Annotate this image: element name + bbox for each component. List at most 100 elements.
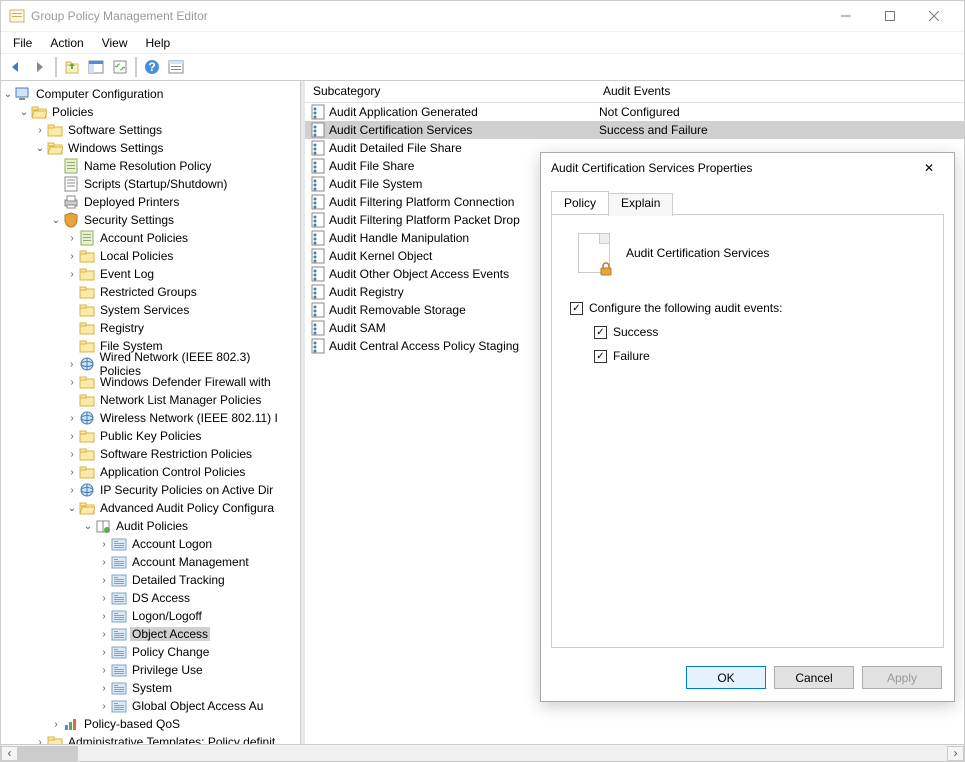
tree-policy-change[interactable]: ›Policy Change [1, 643, 300, 661]
chevron-right-icon[interactable]: › [65, 431, 79, 442]
chevron-right-icon[interactable]: › [65, 269, 79, 280]
tree-object-access[interactable]: ›Object Access [1, 625, 300, 643]
tree-ip-security[interactable]: ›IP Security Policies on Active Dir [1, 481, 300, 499]
forward-button[interactable] [29, 56, 51, 78]
chevron-right-icon[interactable]: › [97, 665, 111, 676]
chevron-right-icon[interactable]: › [97, 701, 111, 712]
tree-pane[interactable]: ⌄Computer Configuration⌄Policies›Softwar… [1, 81, 301, 744]
tree-policy-based-qos[interactable]: ›Policy-based QoS [1, 715, 300, 733]
tree-public-key-policies[interactable]: ›Public Key Policies [1, 427, 300, 445]
tree-restricted-groups[interactable]: Restricted Groups [1, 283, 300, 301]
failure-checkbox-row[interactable]: ✓ Failure [594, 349, 925, 363]
tree-windows-settings[interactable]: ⌄Windows Settings [1, 139, 300, 157]
minimize-button[interactable] [824, 1, 868, 31]
dialog-close-button[interactable]: ✕ [914, 161, 944, 175]
chevron-right-icon[interactable]: › [97, 575, 111, 586]
tree-computer-configuration[interactable]: ⌄Computer Configuration [1, 85, 300, 103]
chevron-down-icon[interactable]: ⌄ [1, 89, 15, 100]
tree-windows-defender-firewall[interactable]: ›Windows Defender Firewall with [1, 373, 300, 391]
chevron-down-icon[interactable]: ⌄ [33, 143, 47, 154]
up-button[interactable] [61, 56, 83, 78]
tree-privilege-use[interactable]: ›Privilege Use [1, 661, 300, 679]
horizontal-scrollbar[interactable]: ‹ › [1, 744, 964, 761]
chevron-right-icon[interactable]: › [97, 629, 111, 640]
list-row[interactable]: Audit Certification ServicesSuccess and … [305, 121, 964, 139]
apply-button[interactable]: Apply [862, 666, 942, 689]
chevron-right-icon[interactable]: › [65, 449, 79, 460]
chevron-right-icon[interactable]: › [97, 647, 111, 658]
col-audit-events[interactable]: Audit Events [595, 81, 964, 102]
chevron-right-icon[interactable]: › [65, 251, 79, 262]
chevron-right-icon[interactable]: › [33, 737, 47, 745]
tree-goaa[interactable]: ›Global Object Access Au [1, 697, 300, 715]
chevron-right-icon[interactable]: › [97, 557, 111, 568]
chevron-down-icon[interactable]: ⌄ [49, 215, 63, 226]
chevron-right-icon[interactable]: › [65, 359, 79, 370]
tree-logon-logoff[interactable]: ›Logon/Logoff [1, 607, 300, 625]
chevron-right-icon[interactable]: › [65, 233, 79, 244]
scroll-left-button[interactable]: ‹ [1, 746, 18, 761]
show-hide-tree-button[interactable] [85, 56, 107, 78]
filter-button[interactable] [165, 56, 187, 78]
success-checkbox[interactable]: ✓ [594, 326, 607, 339]
tree-event-log[interactable]: ›Event Log [1, 265, 300, 283]
tree-local-policies[interactable]: ›Local Policies [1, 247, 300, 265]
tree-account-management[interactable]: ›Account Management [1, 553, 300, 571]
tree-application-control[interactable]: ›Application Control Policies [1, 463, 300, 481]
menu-file[interactable]: File [5, 34, 40, 52]
failure-checkbox[interactable]: ✓ [594, 350, 607, 363]
tree-account-logon[interactable]: ›Account Logon [1, 535, 300, 553]
maximize-button[interactable] [868, 1, 912, 31]
tree-name-resolution-policy[interactable]: Name Resolution Policy [1, 157, 300, 175]
tree-ds-access[interactable]: ›DS Access [1, 589, 300, 607]
tree-system[interactable]: ›System [1, 679, 300, 697]
help-button[interactable]: ? [141, 56, 163, 78]
chevron-right-icon[interactable]: › [65, 413, 79, 424]
tree-wireless-network[interactable]: ›Wireless Network (IEEE 802.11) I [1, 409, 300, 427]
tree-deployed-printers[interactable]: Deployed Printers [1, 193, 300, 211]
tree-network-list-manager[interactable]: Network List Manager Policies [1, 391, 300, 409]
chevron-right-icon[interactable]: › [97, 683, 111, 694]
chevron-right-icon[interactable]: › [49, 719, 63, 730]
tree-policies[interactable]: ⌄Policies [1, 103, 300, 121]
tree-registry[interactable]: Registry [1, 319, 300, 337]
tree-scripts[interactable]: Scripts (Startup/Shutdown) [1, 175, 300, 193]
tree-advanced-audit-policy[interactable]: ⌄Advanced Audit Policy Configura [1, 499, 300, 517]
configure-events-checkbox[interactable]: ✓ [570, 302, 583, 315]
tree-wired-network[interactable]: ›Wired Network (IEEE 802.3) Policies [1, 355, 300, 373]
back-button[interactable] [5, 56, 27, 78]
chevron-down-icon[interactable]: ⌄ [17, 107, 31, 118]
cancel-button[interactable]: Cancel [774, 666, 854, 689]
list-row[interactable]: Audit Application GeneratedNot Configure… [305, 103, 964, 121]
tree-security-settings[interactable]: ⌄Security Settings [1, 211, 300, 229]
tree-software-restriction[interactable]: ›Software Restriction Policies [1, 445, 300, 463]
tab-explain[interactable]: Explain [608, 193, 673, 216]
tree-admin-templates[interactable]: ›Administrative Templates: Policy defini… [1, 733, 300, 744]
tree-detailed-tracking[interactable]: ›Detailed Tracking [1, 571, 300, 589]
scroll-track[interactable] [18, 746, 947, 761]
close-button[interactable] [912, 1, 956, 31]
refresh-button[interactable] [109, 56, 131, 78]
menu-action[interactable]: Action [42, 34, 91, 52]
tree-system-services[interactable]: System Services [1, 301, 300, 319]
menu-help[interactable]: Help [138, 34, 179, 52]
ok-button[interactable]: OK [686, 666, 766, 689]
configure-events-checkbox-row[interactable]: ✓ Configure the following audit events: [570, 301, 925, 315]
chevron-right-icon[interactable]: › [65, 377, 79, 388]
tree-software-settings[interactable]: ›Software Settings [1, 121, 300, 139]
col-subcategory[interactable]: Subcategory [305, 81, 595, 102]
chevron-down-icon[interactable]: ⌄ [81, 521, 95, 532]
chevron-right-icon[interactable]: › [97, 593, 111, 604]
menu-view[interactable]: View [94, 34, 136, 52]
success-checkbox-row[interactable]: ✓ Success [594, 325, 925, 339]
chevron-right-icon[interactable]: › [97, 611, 111, 622]
tab-policy[interactable]: Policy [551, 191, 609, 214]
tree-account-policies[interactable]: ›Account Policies [1, 229, 300, 247]
chevron-right-icon[interactable]: › [65, 467, 79, 478]
chevron-down-icon[interactable]: ⌄ [65, 503, 79, 514]
tree-audit-policies[interactable]: ⌄Audit Policies [1, 517, 300, 535]
chevron-right-icon[interactable]: › [97, 539, 111, 550]
scroll-thumb[interactable] [18, 746, 78, 761]
chevron-right-icon[interactable]: › [33, 125, 47, 136]
chevron-right-icon[interactable]: › [65, 485, 79, 496]
